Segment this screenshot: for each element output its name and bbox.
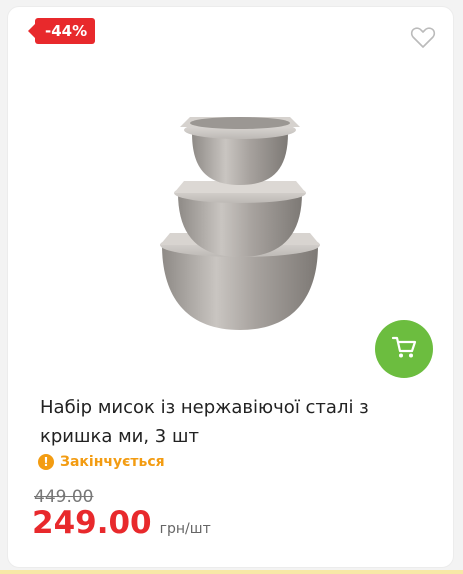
price-unit: грн/шт [159, 521, 211, 537]
current-price: 249.00 [32, 505, 152, 541]
stock-status-text: Закінчується [60, 454, 165, 470]
stock-status: ! Закінчується [38, 454, 165, 470]
exclamation-circle-icon: ! [38, 454, 54, 470]
shopping-cart-icon [390, 333, 418, 365]
add-to-cart-button[interactable] [375, 320, 433, 378]
price-row: 249.00 грн/шт [32, 505, 211, 541]
product-title[interactable]: Набір мисок із нержавіючої сталі з кришк… [40, 393, 430, 451]
product-image[interactable] [140, 105, 340, 340]
old-price: 449.00 [34, 487, 94, 507]
bottom-strip [0, 570, 463, 574]
favorite-heart-icon[interactable] [410, 26, 436, 50]
discount-badge: -44% [27, 18, 96, 44]
